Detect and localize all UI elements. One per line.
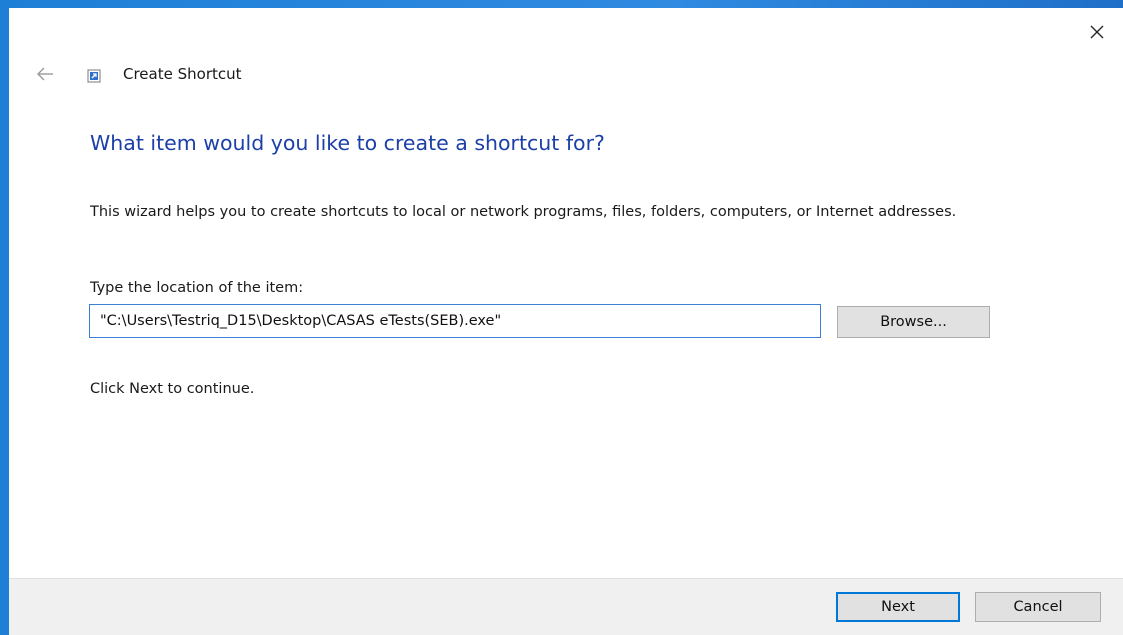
location-input[interactable] — [89, 304, 821, 338]
browse-button[interactable]: Browse... — [837, 306, 990, 338]
window-accent-left — [0, 0, 9, 635]
cancel-button[interactable]: Cancel — [975, 592, 1101, 622]
shortcut-icon — [87, 69, 101, 83]
location-label: Type the location of the item: — [90, 280, 304, 296]
back-arrow-icon — [37, 67, 53, 81]
title-bar — [9, 8, 1123, 48]
window-accent-top — [0, 0, 1123, 8]
wizard-header: Create Shortcut — [9, 56, 609, 92]
close-icon — [1090, 25, 1104, 39]
wizard-title: Create Shortcut — [123, 65, 242, 83]
continue-hint: Click Next to continue. — [90, 381, 255, 397]
next-button[interactable]: Next — [836, 592, 960, 622]
wizard-description: This wizard helps you to create shortcut… — [90, 204, 957, 220]
create-shortcut-window: Create Shortcut What item would you like… — [0, 0, 1123, 635]
back-button[interactable] — [33, 62, 57, 86]
close-button[interactable] — [1085, 20, 1109, 44]
page-heading: What item would you like to create a sho… — [90, 131, 605, 155]
